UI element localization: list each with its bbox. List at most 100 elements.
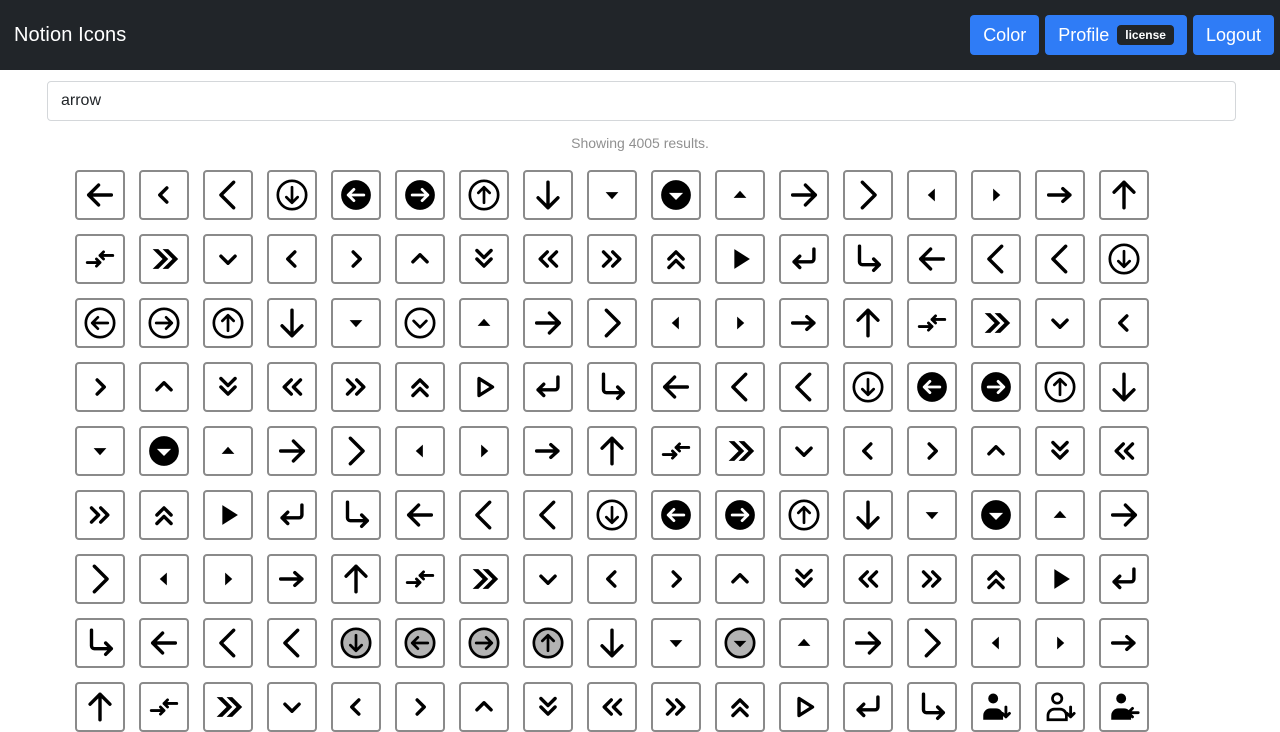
icon-tile[interactable] [843,170,893,220]
icon-tile[interactable] [587,362,637,412]
icon-tile[interactable] [715,490,765,540]
icon-tile[interactable] [971,362,1021,412]
icon-tile[interactable] [1035,170,1085,220]
icon-tile[interactable] [459,682,509,732]
icon-tile[interactable] [907,426,957,476]
icon-tile[interactable] [395,362,445,412]
icon-tile[interactable] [139,362,189,412]
icon-tile[interactable] [139,554,189,604]
icon-tile[interactable] [459,234,509,284]
icon-tile[interactable] [139,490,189,540]
icon-tile[interactable] [1035,426,1085,476]
icon-tile[interactable] [1099,490,1149,540]
icon-tile[interactable] [651,618,701,668]
icon-tile[interactable] [523,170,573,220]
icon-tile[interactable] [75,234,125,284]
icon-tile[interactable] [651,170,701,220]
icon-tile[interactable] [715,170,765,220]
icon-tile[interactable] [139,618,189,668]
icon-tile[interactable] [907,362,957,412]
icon-tile[interactable] [523,426,573,476]
icon-tile[interactable] [75,362,125,412]
icon-tile[interactable] [971,618,1021,668]
icon-tile[interactable] [779,362,829,412]
icon-tile[interactable] [1035,554,1085,604]
icon-tile[interactable] [331,490,381,540]
icon-tile[interactable] [843,298,893,348]
icon-tile[interactable] [907,618,957,668]
icon-tile[interactable] [843,234,893,284]
icon-tile[interactable] [779,682,829,732]
icon-tile[interactable] [459,426,509,476]
icon-tile[interactable] [523,234,573,284]
icon-tile[interactable] [715,426,765,476]
icon-tile[interactable] [139,682,189,732]
icon-tile[interactable] [779,170,829,220]
icon-tile[interactable] [331,298,381,348]
icon-tile[interactable] [203,234,253,284]
icon-tile[interactable] [715,682,765,732]
icon-tile[interactable] [459,298,509,348]
icon-tile[interactable] [715,362,765,412]
icon-tile[interactable] [267,426,317,476]
icon-tile[interactable] [1035,298,1085,348]
icon-tile[interactable] [75,618,125,668]
icon-tile[interactable] [267,170,317,220]
icon-tile[interactable] [331,170,381,220]
icon-tile[interactable] [203,426,253,476]
icon-tile[interactable] [907,170,957,220]
profile-button[interactable]: Profile license [1045,15,1187,55]
icon-tile[interactable] [651,554,701,604]
icon-tile[interactable] [779,298,829,348]
icon-tile[interactable] [587,490,637,540]
icon-tile[interactable] [843,682,893,732]
icon-tile[interactable] [1035,362,1085,412]
icon-tile[interactable] [331,682,381,732]
icon-tile[interactable] [779,234,829,284]
icon-tile[interactable] [587,682,637,732]
icon-tile[interactable] [331,426,381,476]
icon-tile[interactable] [203,298,253,348]
icon-tile[interactable] [139,298,189,348]
icon-tile[interactable] [1099,298,1149,348]
icon-tile[interactable] [587,170,637,220]
icon-tile[interactable] [1099,234,1149,284]
icon-tile[interactable] [139,234,189,284]
icon-tile[interactable] [971,170,1021,220]
icon-tile[interactable] [459,170,509,220]
icon-tile[interactable] [651,234,701,284]
logout-button[interactable]: Logout [1192,15,1274,55]
icon-tile[interactable] [395,490,445,540]
app-title[interactable]: Notion Icons [14,24,126,47]
icon-tile[interactable] [395,298,445,348]
icon-tile[interactable] [843,426,893,476]
icon-tile[interactable] [1035,490,1085,540]
icon-tile[interactable] [395,234,445,284]
icon-tile[interactable] [971,298,1021,348]
icon-tile[interactable] [907,554,957,604]
icon-tile[interactable] [715,618,765,668]
icon-tile[interactable] [523,298,573,348]
search-input[interactable] [47,81,1236,121]
icon-tile[interactable] [331,554,381,604]
icon-tile[interactable] [139,426,189,476]
icon-tile[interactable] [331,234,381,284]
icon-tile[interactable] [651,426,701,476]
icon-tile[interactable] [459,362,509,412]
icon-tile[interactable] [75,170,125,220]
icon-tile[interactable] [203,362,253,412]
icon-tile[interactable] [331,618,381,668]
icon-tile[interactable] [651,490,701,540]
icon-tile[interactable] [907,490,957,540]
icon-tile[interactable] [587,298,637,348]
icon-tile[interactable] [843,554,893,604]
icon-tile[interactable] [843,618,893,668]
icon-tile[interactable] [267,618,317,668]
icon-tile[interactable] [779,554,829,604]
icon-tile[interactable] [971,234,1021,284]
icon-tile[interactable] [75,554,125,604]
icon-tile[interactable] [1099,682,1149,732]
icon-tile[interactable] [587,426,637,476]
icon-tile[interactable] [587,554,637,604]
icon-tile[interactable] [1099,554,1149,604]
